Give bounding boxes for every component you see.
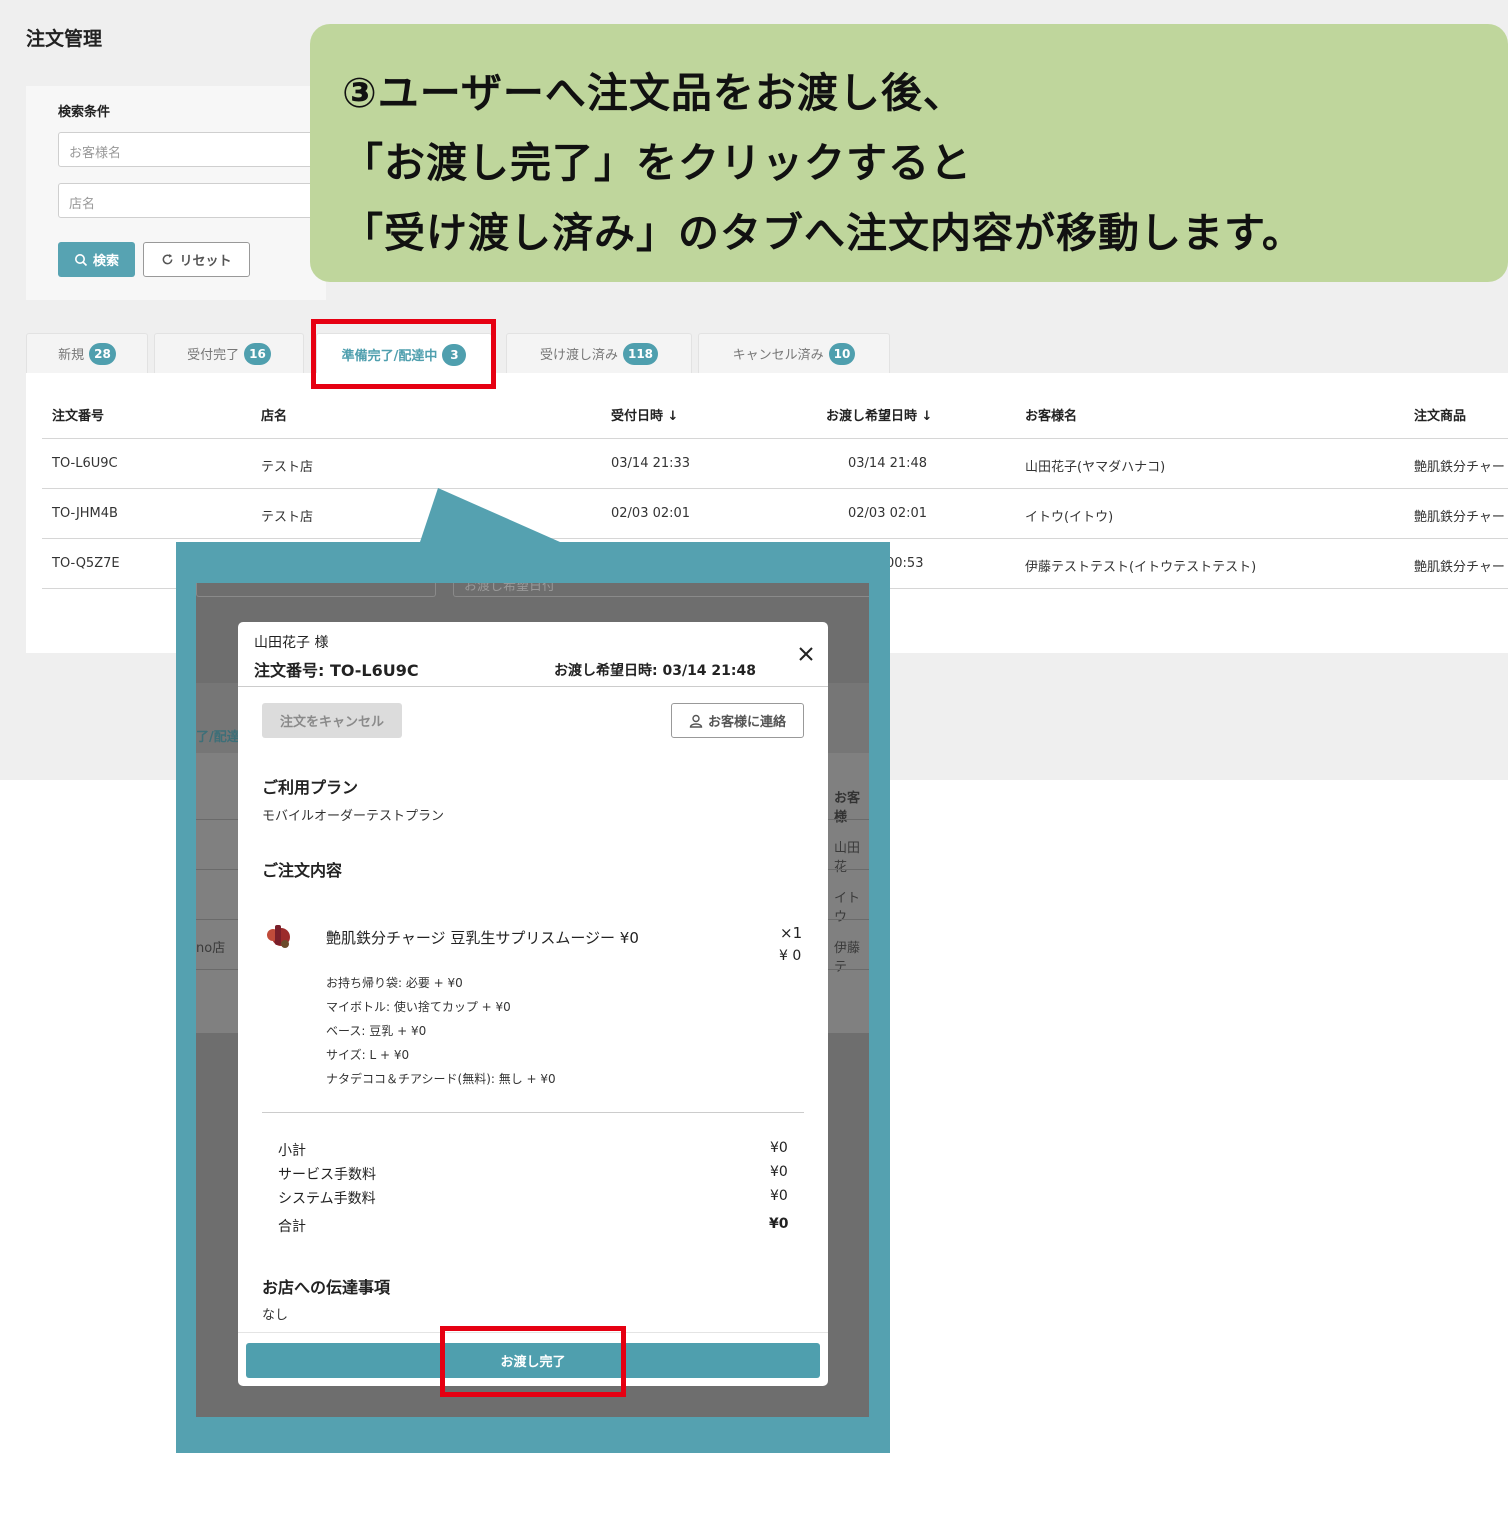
table-cell-received: 03/14 21:33 bbox=[611, 456, 691, 471]
person-icon bbox=[689, 714, 703, 728]
tab-handed-over[interactable]: 受け渡し済み 118 bbox=[506, 333, 692, 373]
system-fee-label: システム手数料 bbox=[278, 1191, 376, 1207]
item-option: ベース: 豆乳 + ¥0 bbox=[326, 1024, 427, 1038]
cancel-order-button[interactable]: 注文をキャンセル bbox=[262, 703, 402, 738]
product-thumbnail bbox=[267, 925, 290, 948]
page: 注文管理 検索条件 お客様名 店名 検索 リセット 新規 28 受付完了 16 … bbox=[0, 0, 1508, 1513]
table-cell-desired: 03/14 21:48 bbox=[848, 456, 928, 471]
item-option: マイボトル: 使い捨てカップ + ¥0 bbox=[326, 1000, 511, 1014]
divider bbox=[42, 438, 1508, 439]
shop-name-input[interactable]: 店名 bbox=[58, 183, 318, 218]
callout-line: 「受け渡し済み」のタブへ注文内容が移動します。 bbox=[342, 209, 1304, 257]
reset-button[interactable]: リセット bbox=[143, 242, 250, 277]
table-cell-customer: 伊藤テストテスト(イトウテストテスト) bbox=[1025, 560, 1257, 575]
subtotal-value: ¥0 bbox=[770, 1140, 788, 1156]
ghost-cell: no店 bbox=[196, 941, 226, 956]
table-cell-item: 艶肌鉄分チャー bbox=[1414, 560, 1505, 575]
callout-line: ③ユーザーへ注文品をお渡し後、 bbox=[342, 69, 965, 117]
cancel-order-label: 注文をキャンセル bbox=[279, 715, 384, 730]
column-header-customer[interactable]: お客様名 bbox=[1025, 405, 1077, 424]
count-badge: 10 bbox=[828, 342, 856, 365]
table-cell-order-no[interactable]: TO-JHM4B bbox=[52, 506, 118, 521]
tab-label: キャンセル済み bbox=[732, 348, 824, 363]
plan-heading: ご利用プラン bbox=[262, 778, 359, 797]
item-option: ナタデココ＆チアシード(無料): 無し + ¥0 bbox=[326, 1072, 556, 1086]
contact-customer-label: お客様に連絡 bbox=[707, 715, 786, 730]
table-cell-order-no[interactable]: TO-L6U9C bbox=[52, 456, 118, 471]
modal-order-number: 注文番号: TO-L6U9C bbox=[254, 661, 419, 680]
divider bbox=[42, 488, 1508, 489]
customer-name-input[interactable]: お客様名 bbox=[58, 132, 318, 167]
service-fee-label: サービス手数料 bbox=[278, 1167, 376, 1183]
instruction-callout: ③ユーザーへ注文品をお渡し後、 「お渡し完了」をクリックすると 「受け渡し済み」… bbox=[310, 24, 1508, 282]
modal-header-divider bbox=[238, 686, 828, 687]
close-icon[interactable] bbox=[798, 646, 814, 662]
total-label: 合計 bbox=[278, 1219, 306, 1235]
plan-name: モバイルオーダーテストプラン bbox=[262, 809, 445, 824]
column-header-shop[interactable]: 店名 bbox=[261, 405, 287, 424]
modal-customer-name: 山田花子 様 bbox=[254, 635, 329, 651]
column-header-received[interactable]: 受付日時 ↓ bbox=[611, 405, 678, 424]
tab-label: 受け渡し済み bbox=[539, 348, 618, 363]
modal-desired-time: お渡し希望日時: 03/14 21:48 bbox=[554, 663, 756, 679]
count-badge: 118 bbox=[622, 342, 659, 365]
table-cell-desired: 00:53 bbox=[886, 556, 924, 571]
item-quantity: ×1 bbox=[780, 924, 803, 942]
service-fee-value: ¥0 bbox=[770, 1164, 788, 1180]
tab-new[interactable]: 新規 28 bbox=[26, 333, 148, 373]
column-header-desired[interactable]: お渡し希望日時 ↓ bbox=[826, 405, 932, 424]
order-detail-modal: 山田花子 様 注文番号: TO-L6U9C お渡し希望日時: 03/14 21:… bbox=[238, 622, 828, 1386]
table-cell-item: 艶肌鉄分チャー bbox=[1414, 460, 1505, 475]
callout-line: 「お渡し完了」をクリックすると bbox=[342, 139, 972, 187]
tab-label: 新規 bbox=[58, 348, 85, 363]
table-cell-received: 02/03 02:01 bbox=[611, 506, 691, 521]
totals-divider bbox=[262, 1112, 804, 1113]
tab-accepted[interactable]: 受付完了 16 bbox=[154, 333, 304, 373]
column-header-item[interactable]: 注文商品 bbox=[1414, 405, 1466, 424]
ghost-field bbox=[196, 583, 436, 597]
item-name: 艶肌鉄分チャージ 豆乳生サプリスムージー ¥0 bbox=[326, 929, 639, 947]
count-badge: 16 bbox=[244, 342, 271, 365]
highlight-box-tab bbox=[311, 319, 496, 389]
order-contents-heading: ご注文内容 bbox=[262, 861, 343, 880]
ghost-field-placeholder: お渡し希望日付 bbox=[464, 583, 556, 594]
system-fee-value: ¥0 bbox=[770, 1188, 788, 1204]
refresh-icon bbox=[163, 253, 173, 265]
ghost-tab-label: 了/配達 bbox=[196, 730, 240, 745]
search-heading: 検索条件 bbox=[58, 105, 111, 120]
table-cell-order-no[interactable]: TO-Q5Z7E bbox=[52, 556, 120, 571]
contact-customer-button[interactable]: お客様に連絡 bbox=[671, 703, 804, 738]
notes-value: なし bbox=[262, 1308, 289, 1323]
item-option: お持ち帰り袋: 必要 + ¥0 bbox=[326, 976, 463, 990]
table-cell-desired: 02/03 02:01 bbox=[848, 506, 928, 521]
divider bbox=[42, 538, 1508, 539]
item-option: サイズ: L + ¥0 bbox=[326, 1048, 410, 1062]
search-button[interactable]: 検索 bbox=[58, 242, 135, 277]
table-cell-shop: テスト店 bbox=[261, 460, 314, 475]
total-value: ¥0 bbox=[769, 1216, 789, 1232]
tab-label: 受付完了 bbox=[187, 348, 240, 363]
table-cell-customer: 山田花子(ヤマダハナコ) bbox=[1025, 460, 1166, 475]
highlight-box-complete bbox=[440, 1326, 626, 1397]
column-header-order-no[interactable]: 注文番号 bbox=[52, 405, 104, 424]
table-cell-item: 艶肌鉄分チャー bbox=[1414, 510, 1505, 525]
notes-heading: お店への伝達事項 bbox=[262, 1278, 391, 1297]
reset-button-label: リセット bbox=[179, 254, 232, 269]
tab-cancelled[interactable]: キャンセル済み 10 bbox=[698, 333, 890, 373]
search-button-label: 検索 bbox=[92, 254, 119, 269]
count-badge: 28 bbox=[89, 342, 116, 365]
search-icon bbox=[74, 253, 88, 266]
subtotal-label: 小計 bbox=[278, 1143, 306, 1159]
item-price: ¥ 0 bbox=[779, 948, 802, 964]
table-cell-customer: イトウ(イトウ) bbox=[1025, 510, 1114, 525]
table-cell-shop: テスト店 bbox=[261, 510, 314, 525]
page-title: 注文管理 bbox=[26, 28, 103, 50]
